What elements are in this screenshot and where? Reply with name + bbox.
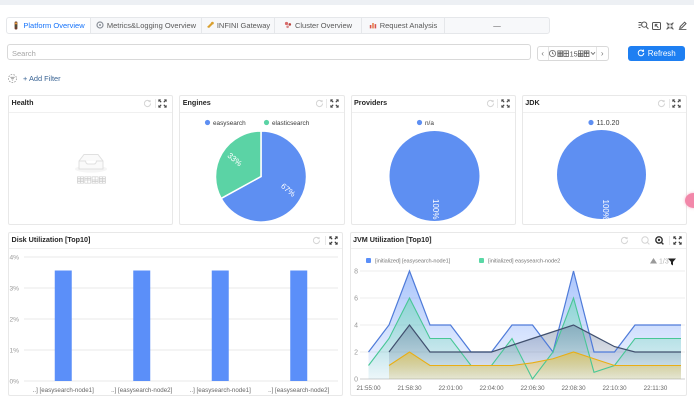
svg-text:22:08:30: 22:08:30 (561, 385, 586, 392)
svg-text:8: 8 (354, 269, 358, 276)
svg-text:easysearch: easysearch (213, 119, 246, 126)
svg-text:..] [easysearch-node2]: ..] [easysearch-node2] (111, 387, 173, 394)
svg-text:21:58:30: 21:58:30 (397, 385, 422, 392)
svg-text:3%: 3% (9, 286, 19, 293)
svg-text:elasticsearch: elasticsearch (272, 119, 310, 126)
svg-text:100%: 100% (601, 199, 610, 219)
svg-text:22:11:30: 22:11:30 (643, 385, 667, 392)
svg-text:100%: 100% (431, 199, 440, 219)
svg-text:22:01:00: 22:01:00 (438, 385, 463, 392)
svg-text:[initialized] [easysearch-node: [initialized] [easysearch-node1] (375, 259, 451, 265)
svg-text:22:10:30: 22:10:30 (602, 385, 627, 392)
svg-text:1%: 1% (9, 348, 19, 355)
svg-text:11.0.20: 11.0.20 (596, 120, 619, 127)
svg-text:4%: 4% (9, 255, 19, 262)
svg-text:0: 0 (354, 377, 358, 384)
svg-text:2%: 2% (9, 317, 19, 324)
svg-text:..] [easysearch-node2]: ..] [easysearch-node2] (268, 387, 330, 394)
svg-text:..] [easysearch-node1]: ..] [easysearch-node1] (33, 387, 95, 394)
svg-text:15: 15 (570, 49, 578, 58)
svg-text:22:04:00: 22:04:00 (479, 385, 504, 392)
svg-text:[initialized] easysearch-node2: [initialized] easysearch-node2 (488, 259, 560, 265)
svg-text:n/a: n/a (425, 119, 434, 126)
svg-text:0%: 0% (9, 379, 19, 386)
svg-text:4: 4 (354, 323, 358, 330)
svg-text:6: 6 (354, 296, 358, 303)
svg-text:21:55:00: 21:55:00 (356, 385, 381, 392)
svg-text:2: 2 (354, 350, 358, 357)
svg-text:22:06:30: 22:06:30 (520, 385, 545, 392)
svg-text:1/3: 1/3 (659, 259, 669, 266)
svg-text:..] [easysearch-node1]: ..] [easysearch-node1] (190, 387, 252, 394)
